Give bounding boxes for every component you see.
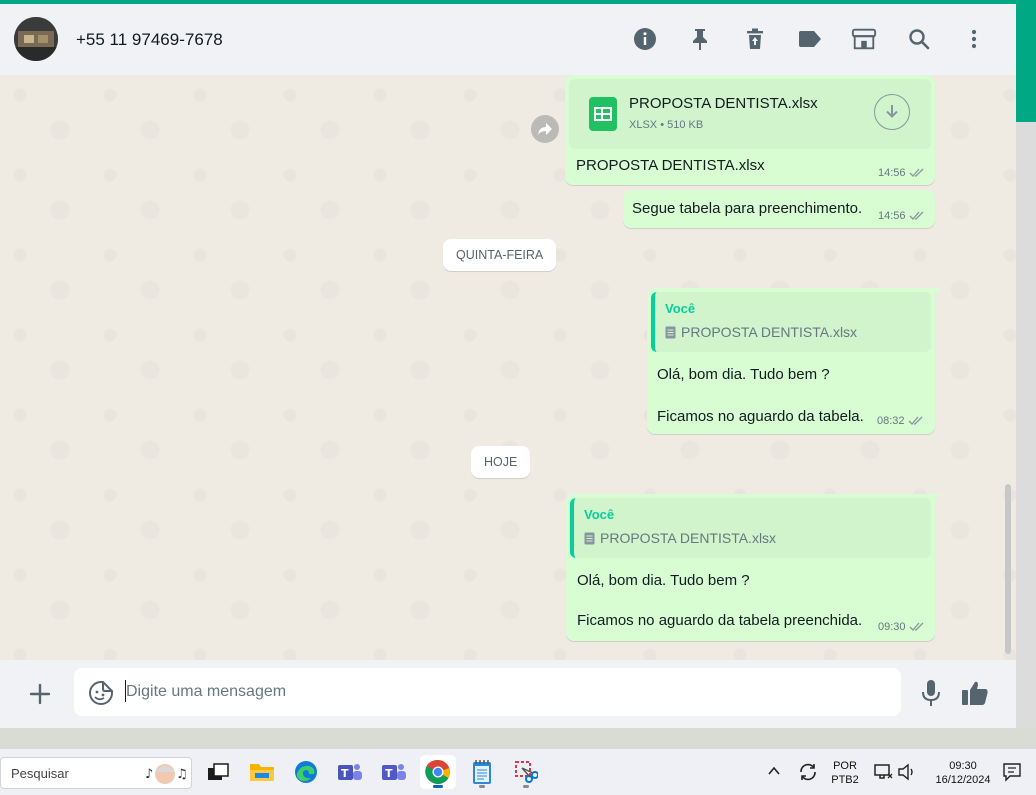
svg-text:♪: ♪ (145, 767, 153, 782)
double-check-icon (909, 622, 923, 631)
network-icon[interactable] (873, 762, 893, 782)
contact-name[interactable]: +55 11 97469-7678 (76, 30, 223, 50)
message-list[interactable]: PROPOSTA DENTISTA.xlsx XLSX • 510 KB PRO… (0, 75, 1016, 660)
notifications-icon[interactable] (1002, 761, 1022, 783)
message-text-line2: Ficamos no aguardo da tabela preenchida. (577, 612, 863, 629)
document-icon (665, 326, 676, 338)
os-taskbar: Pesquisar ♪ ♫ T T POR PTB2 09:30 16/12/2… (0, 748, 1036, 795)
svg-text:T: T (385, 767, 393, 780)
file-name: PROPOSTA DENTISTA.xlsx (629, 95, 818, 112)
spreadsheet-icon (589, 97, 617, 131)
snipping-tool-icon[interactable] (508, 755, 544, 789)
message-input[interactable] (126, 674, 886, 710)
document-icon (584, 532, 595, 544)
edge-browser-icon[interactable] (288, 755, 324, 789)
menu-kebab-icon[interactable] (961, 26, 987, 52)
message-text: Segue tabela para preenchimento. (632, 200, 863, 217)
file-attachment[interactable]: PROPOSTA DENTISTA.xlsx XLSX • 510 KB (569, 79, 931, 149)
svg-text:♫: ♫ (176, 767, 188, 782)
message-time: 14:56 (878, 167, 925, 179)
chat-header: +55 11 97469-7678 (0, 4, 1016, 75)
running-indicator (523, 785, 529, 788)
taskbar-search-placeholder: Pesquisar (11, 766, 69, 781)
search-highlight-icon: ♪ ♫ (145, 760, 189, 788)
message-bubble[interactable]: Segue tabela para preenchimento. 14:56 (623, 190, 935, 228)
teams-work-icon[interactable]: T (376, 755, 412, 789)
notepad-icon[interactable] (464, 755, 500, 789)
thumbs-up-button[interactable] (960, 678, 990, 708)
task-view-icon[interactable] (200, 755, 236, 789)
teams-icon[interactable]: T (332, 755, 368, 789)
download-icon (886, 105, 898, 118)
thumbs-up-icon (962, 681, 988, 705)
time-text: 09:30 (878, 621, 906, 633)
reply-message-bubble[interactable]: Você PROPOSTA DENTISTA.xlsx Olá, bom dia… (647, 288, 935, 434)
message-time: 08:32 (877, 415, 924, 427)
quote-author: Você (665, 301, 696, 316)
svg-text:T: T (341, 767, 349, 780)
quote-author: Você (584, 507, 615, 522)
message-time: 14:56 (878, 210, 925, 222)
quote-file-name: PROPOSTA DENTISTA.xlsx (600, 530, 777, 546)
chevron-up-icon[interactable] (766, 763, 782, 779)
time-text: 14:56 (878, 210, 906, 222)
date-divider: QUINTA-FEIRA (443, 239, 557, 271)
download-button[interactable] (874, 94, 910, 130)
sticker-icon[interactable] (88, 680, 114, 706)
search-icon[interactable] (906, 26, 932, 52)
composer (0, 660, 1016, 728)
pin-icon[interactable] (687, 26, 713, 52)
trash-icon[interactable] (742, 26, 768, 52)
message-text-line1: Olá, bom dia. Tudo bem ? (657, 366, 830, 383)
double-check-icon (908, 416, 922, 425)
mic-button[interactable] (918, 678, 944, 708)
message-text-line2: Ficamos no aguardo da tabela. (657, 408, 864, 425)
store-icon[interactable] (851, 26, 877, 52)
file-type: XLSX (629, 119, 658, 131)
clock-date: 16/12/2024 (935, 774, 991, 786)
plus-icon (29, 683, 51, 705)
message-file-bubble[interactable]: PROPOSTA DENTISTA.xlsx XLSX • 510 KB PRO… (565, 75, 935, 185)
label-icon[interactable] (797, 26, 823, 52)
window-edge (1016, 122, 1036, 728)
system-clock[interactable]: 09:30 16/12/2024 (926, 759, 1000, 787)
file-explorer-icon[interactable] (244, 755, 280, 789)
message-text-line1: Olá, bom dia. Tudo bem ? (577, 572, 750, 589)
attach-button[interactable] (26, 680, 54, 708)
double-check-icon (909, 211, 923, 220)
time-text: 08:32 (877, 415, 905, 427)
sync-icon[interactable] (797, 761, 819, 783)
running-indicator (479, 785, 485, 788)
time-text: 14:56 (878, 167, 906, 179)
quoted-message[interactable]: Você PROPOSTA DENTISTA.xlsx (570, 498, 931, 558)
quoted-message[interactable]: Você PROPOSTA DENTISTA.xlsx (651, 292, 931, 352)
file-meta: XLSX • 510 KB (629, 119, 703, 131)
volume-icon[interactable] (897, 762, 917, 782)
date-divider: HOJE (471, 446, 531, 478)
chrome-icon[interactable] (420, 755, 456, 789)
double-check-icon (909, 168, 923, 177)
whatsapp-window: +55 11 97469-7678 PROPOSTA DENTISTA.xlsx… (0, 4, 1016, 728)
lang-line1: POR (833, 760, 857, 772)
lang-line2: PTB2 (831, 774, 859, 786)
message-input-box[interactable] (74, 668, 901, 716)
active-indicator (433, 785, 443, 788)
info-icon[interactable] (632, 26, 658, 52)
contact-avatar[interactable] (14, 17, 58, 61)
file-size: 510 KB (667, 119, 704, 131)
input-language[interactable]: POR PTB2 (829, 759, 861, 787)
forward-icon[interactable] (531, 115, 559, 143)
file-caption: PROPOSTA DENTISTA.xlsx (576, 157, 765, 174)
message-time: 09:30 (878, 621, 925, 633)
reply-message-bubble[interactable]: Você PROPOSTA DENTISTA.xlsx Olá, bom dia… (566, 494, 935, 641)
window-edge-accent (1016, 4, 1036, 122)
taskbar-search[interactable]: Pesquisar ♪ ♫ (0, 757, 192, 789)
quote-file: PROPOSTA DENTISTA.xlsx (584, 530, 776, 546)
microphone-icon (922, 680, 940, 706)
chat-scrollbar[interactable] (1005, 484, 1011, 654)
quote-file: PROPOSTA DENTISTA.xlsx (665, 324, 857, 340)
clock-time: 09:30 (949, 760, 977, 772)
quote-file-name: PROPOSTA DENTISTA.xlsx (681, 324, 858, 340)
